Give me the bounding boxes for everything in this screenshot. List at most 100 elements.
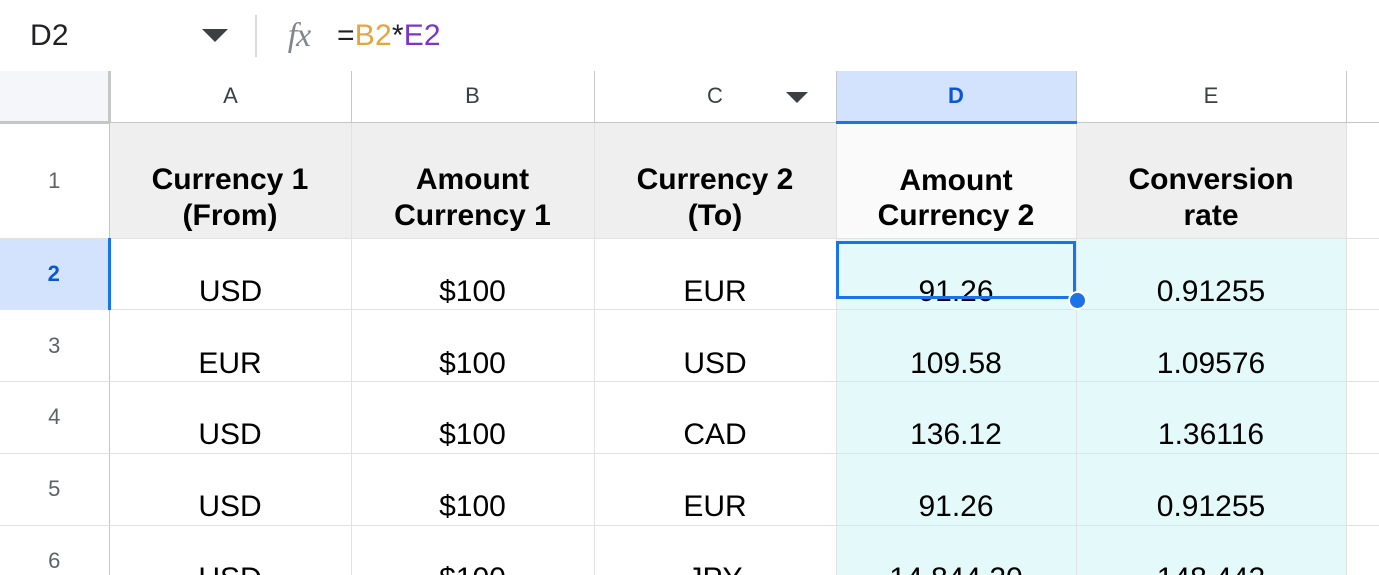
- column-header-a[interactable]: A: [109, 71, 352, 123]
- cell-c3-value: USD: [683, 346, 747, 380]
- cell-c3[interactable]: USD: [594, 309, 837, 383]
- table-row: 3 EUR $100 USD 109.58 1.09576: [0, 309, 1379, 383]
- column-header-f[interactable]: [1346, 71, 1379, 123]
- cell-a3[interactable]: EUR: [109, 309, 352, 383]
- row-header-5-label: 5: [48, 476, 61, 502]
- row-header-3-label: 3: [48, 332, 61, 358]
- fx-icon: fx: [287, 17, 312, 54]
- row-header-6[interactable]: 6: [0, 525, 110, 575]
- fill-handle[interactable]: [1068, 291, 1087, 310]
- cell-d2[interactable]: 91.26: [836, 238, 1077, 311]
- cell-c1-value: Currency 2 (To): [636, 163, 794, 232]
- cell-e5-value: 0.91255: [1156, 490, 1266, 524]
- cell-d5[interactable]: 91.26: [836, 453, 1077, 526]
- column-header-b[interactable]: B: [351, 71, 595, 123]
- cell-b2-value: $100: [439, 274, 506, 308]
- formula-bar-divider: [255, 15, 257, 57]
- cell-d3-value: 109.58: [910, 346, 1002, 380]
- cell-a5[interactable]: USD: [109, 453, 352, 526]
- row-header-1-label: 1: [48, 167, 61, 193]
- cell-c6[interactable]: JPY: [594, 525, 837, 575]
- cell-b1[interactable]: Amount Currency 1: [351, 122, 595, 239]
- cell-a4-value: USD: [198, 418, 262, 452]
- cell-b5-value: $100: [439, 490, 506, 524]
- cell-e5[interactable]: 0.91255: [1076, 453, 1347, 526]
- cell-a5-value: USD: [198, 490, 262, 524]
- row-header-1[interactable]: 1: [0, 122, 110, 239]
- cell-d4[interactable]: 136.12: [836, 381, 1077, 454]
- formula-token-ref-b2: B2: [354, 18, 392, 52]
- cell-b5[interactable]: $100: [351, 453, 595, 526]
- spreadsheet-grid[interactable]: A B C D E 1 Currency 1 (From) Amount Cur…: [0, 71, 1379, 575]
- cell-d6-value: 14,844.20: [889, 562, 1022, 575]
- cell-f1[interactable]: [1346, 122, 1379, 239]
- cell-a6-value: USD: [198, 562, 261, 575]
- cell-e3[interactable]: 1.09576: [1076, 309, 1347, 383]
- cell-e2[interactable]: 0.91255: [1076, 238, 1347, 311]
- cell-f4[interactable]: [1346, 381, 1379, 454]
- cell-c5[interactable]: EUR: [594, 453, 837, 526]
- cell-b2[interactable]: $100: [351, 238, 595, 311]
- cell-a1-value: Currency 1 (From): [151, 163, 309, 232]
- row-header-4-label: 4: [48, 404, 61, 430]
- cell-a1[interactable]: Currency 1 (From): [109, 122, 352, 239]
- row-header-4[interactable]: 4: [0, 381, 110, 454]
- cell-f5[interactable]: [1346, 453, 1379, 526]
- column-header-b-label: B: [465, 83, 480, 109]
- cell-c6-value: JPY: [687, 562, 742, 575]
- column-header-a-label: A: [223, 83, 238, 109]
- row-header-2[interactable]: 2: [0, 238, 111, 311]
- cell-f6[interactable]: [1346, 525, 1379, 575]
- chevron-down-icon[interactable]: [785, 92, 808, 103]
- cell-b4[interactable]: $100: [351, 381, 595, 454]
- table-row: 5 USD $100 EUR 91.26 0.91255: [0, 453, 1379, 526]
- cell-e1[interactable]: Conversion rate: [1076, 122, 1347, 239]
- column-header-d-label: D: [948, 82, 964, 108]
- cell-d2-value: 91.26: [918, 274, 994, 308]
- cell-a6[interactable]: USD: [109, 525, 352, 575]
- cell-d6[interactable]: 14,844.20: [836, 525, 1077, 575]
- cell-c2-value: EUR: [683, 274, 747, 308]
- cell-e3-value: 1.09576: [1156, 346, 1266, 380]
- cell-a3-value: EUR: [198, 346, 262, 380]
- cell-f2[interactable]: [1346, 238, 1379, 311]
- cell-c1[interactable]: Currency 2 (To): [594, 122, 837, 239]
- row-header-3[interactable]: 3: [0, 309, 110, 383]
- cell-d1-value: Amount Currency 2: [877, 163, 1035, 233]
- select-all-corner[interactable]: [0, 71, 111, 124]
- column-header-c[interactable]: C: [594, 71, 837, 123]
- table-row: 4 USD $100 CAD 136.12 1.36116: [0, 381, 1379, 454]
- cell-d5-value: 91.26: [918, 490, 994, 524]
- spreadsheet-app: D2 fx = B2 * E2 A B C D E 1 Currency 1 (…: [0, 0, 1379, 575]
- chevron-down-icon[interactable]: [202, 29, 228, 42]
- formula-token-ref-e2: E2: [403, 18, 441, 52]
- table-row: 2 USD $100 EUR 91.26 0.91255: [0, 238, 1379, 311]
- cell-f3[interactable]: [1346, 309, 1379, 383]
- cell-e6[interactable]: 148.442: [1076, 525, 1347, 575]
- cell-a2[interactable]: USD: [109, 238, 352, 311]
- table-row: 1 Currency 1 (From) Amount Currency 1 Cu…: [0, 122, 1379, 239]
- cell-b3[interactable]: $100: [351, 309, 595, 383]
- formula-bar: D2 fx = B2 * E2: [0, 0, 1379, 71]
- cell-a2-value: USD: [198, 274, 263, 308]
- cell-b4-value: $100: [439, 418, 506, 452]
- cell-e6-value: 148.442: [1157, 562, 1265, 575]
- cell-d1[interactable]: Amount Currency 2: [836, 122, 1077, 239]
- cell-a4[interactable]: USD: [109, 381, 352, 454]
- column-header-d[interactable]: D: [836, 71, 1077, 124]
- cell-b6[interactable]: $100: [351, 525, 595, 575]
- cell-c2[interactable]: EUR: [594, 238, 837, 311]
- cell-d4-value: 136.12: [910, 418, 1002, 452]
- cell-c5-value: EUR: [683, 490, 747, 524]
- cell-c4[interactable]: CAD: [594, 381, 837, 454]
- cell-b1-value: Amount Currency 1: [394, 163, 551, 232]
- cell-c4-value: CAD: [683, 418, 747, 452]
- column-header-c-label: C: [707, 83, 723, 109]
- row-header-5[interactable]: 5: [0, 453, 110, 526]
- cell-d3[interactable]: 109.58: [836, 309, 1077, 383]
- column-header-e[interactable]: E: [1076, 71, 1347, 123]
- formula-token-operator: *: [391, 18, 404, 52]
- formula-input[interactable]: = B2 * E2: [337, 0, 1379, 71]
- cell-e4[interactable]: 1.36116: [1076, 381, 1347, 454]
- cell-e4-value: 1.36116: [1157, 418, 1265, 452]
